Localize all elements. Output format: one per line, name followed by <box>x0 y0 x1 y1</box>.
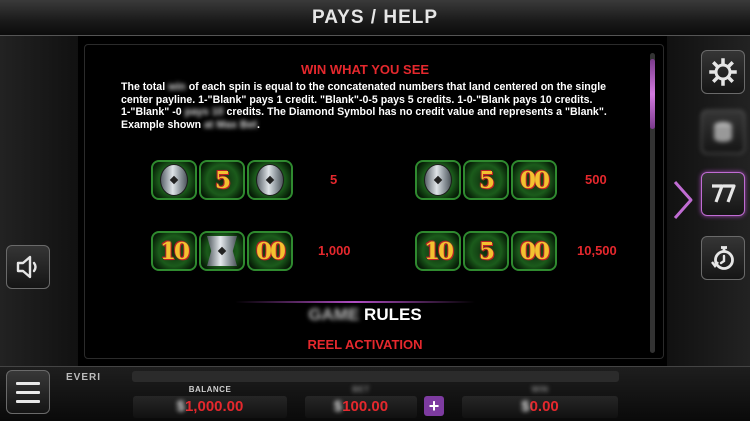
menu-button[interactable] <box>6 370 50 414</box>
payout-value: 10,500 <box>577 243 617 258</box>
reel-symbol: 10 <box>151 231 197 271</box>
left-rail <box>0 36 78 366</box>
diamond-symbol-icon <box>151 160 197 200</box>
reel-symbol: 5 <box>463 160 509 200</box>
title-bar: PAYS / HELP <box>0 0 750 36</box>
reel-symbol: 00 <box>511 231 557 271</box>
win-label: WIN <box>531 385 549 394</box>
reel-symbol: 00 <box>511 160 557 200</box>
active-pointer-icon <box>673 181 693 219</box>
bet-plus-button[interactable]: + <box>424 396 444 416</box>
section-divider <box>235 301 475 303</box>
reel-symbol: 5 <box>463 231 509 271</box>
diamond-symbol-icon <box>247 160 293 200</box>
combo-diamond-5-diamond: 5 <box>151 160 293 200</box>
coin-stack-icon <box>714 122 732 142</box>
speaker-icon <box>16 255 37 279</box>
balance-value: $1,000.00 <box>133 396 287 418</box>
stopwatch-icon <box>711 246 734 270</box>
win-value: $0.00 <box>462 396 618 418</box>
payout-value: 5 <box>330 172 338 187</box>
balance-meter: BALANCE $1,000.00 <box>133 385 287 418</box>
settings-button[interactable] <box>701 50 745 94</box>
scrollbar-thumb[interactable] <box>650 59 655 129</box>
sound-button[interactable] <box>6 245 50 289</box>
rules-paragraph: The total win of each spin is equal to t… <box>121 81 607 131</box>
help-panel[interactable]: WIN WHAT YOU SEE The total win of each s… <box>84 44 664 359</box>
bet-meter: BET $100.00 <box>305 385 417 418</box>
hamburger-icon <box>16 381 40 385</box>
win-heading: WIN WHAT YOU SEE <box>300 62 430 77</box>
autoplay-button[interactable] <box>701 236 745 280</box>
bet-label: BET <box>352 385 370 394</box>
combo-10-5-00: 10 5 00 <box>415 231 557 271</box>
payout-value: 1,000 <box>318 243 351 258</box>
page-title: PAYS / HELP <box>311 6 439 28</box>
gear-icon <box>709 58 737 86</box>
reel-symbol: 5 <box>199 160 245 200</box>
message-bar <box>132 371 619 382</box>
blank-symbol-icon <box>199 231 245 271</box>
diamond-symbol-icon <box>415 160 461 200</box>
bet-button[interactable] <box>701 110 745 154</box>
win-meter: WIN $0.00 <box>462 385 618 418</box>
paytable-button[interactable] <box>701 172 745 216</box>
scrollbar[interactable] <box>650 53 655 353</box>
combo-diamond-5-00: 5 00 <box>415 160 557 200</box>
reel-activation-heading: REEL ACTIVATION <box>307 337 423 352</box>
sevens-icon <box>712 184 736 203</box>
bet-value: $100.00 <box>305 396 417 418</box>
reel-symbol: 10 <box>415 231 461 271</box>
reel-symbol: 00 <box>247 231 293 271</box>
brand-logo: EVERI <box>66 372 102 383</box>
payout-value: 500 <box>585 172 607 187</box>
combo-10-blank-00: 10 00 <box>151 231 293 271</box>
game-rules-heading: GAME RULES <box>308 305 422 324</box>
balance-label: BALANCE <box>188 385 232 394</box>
